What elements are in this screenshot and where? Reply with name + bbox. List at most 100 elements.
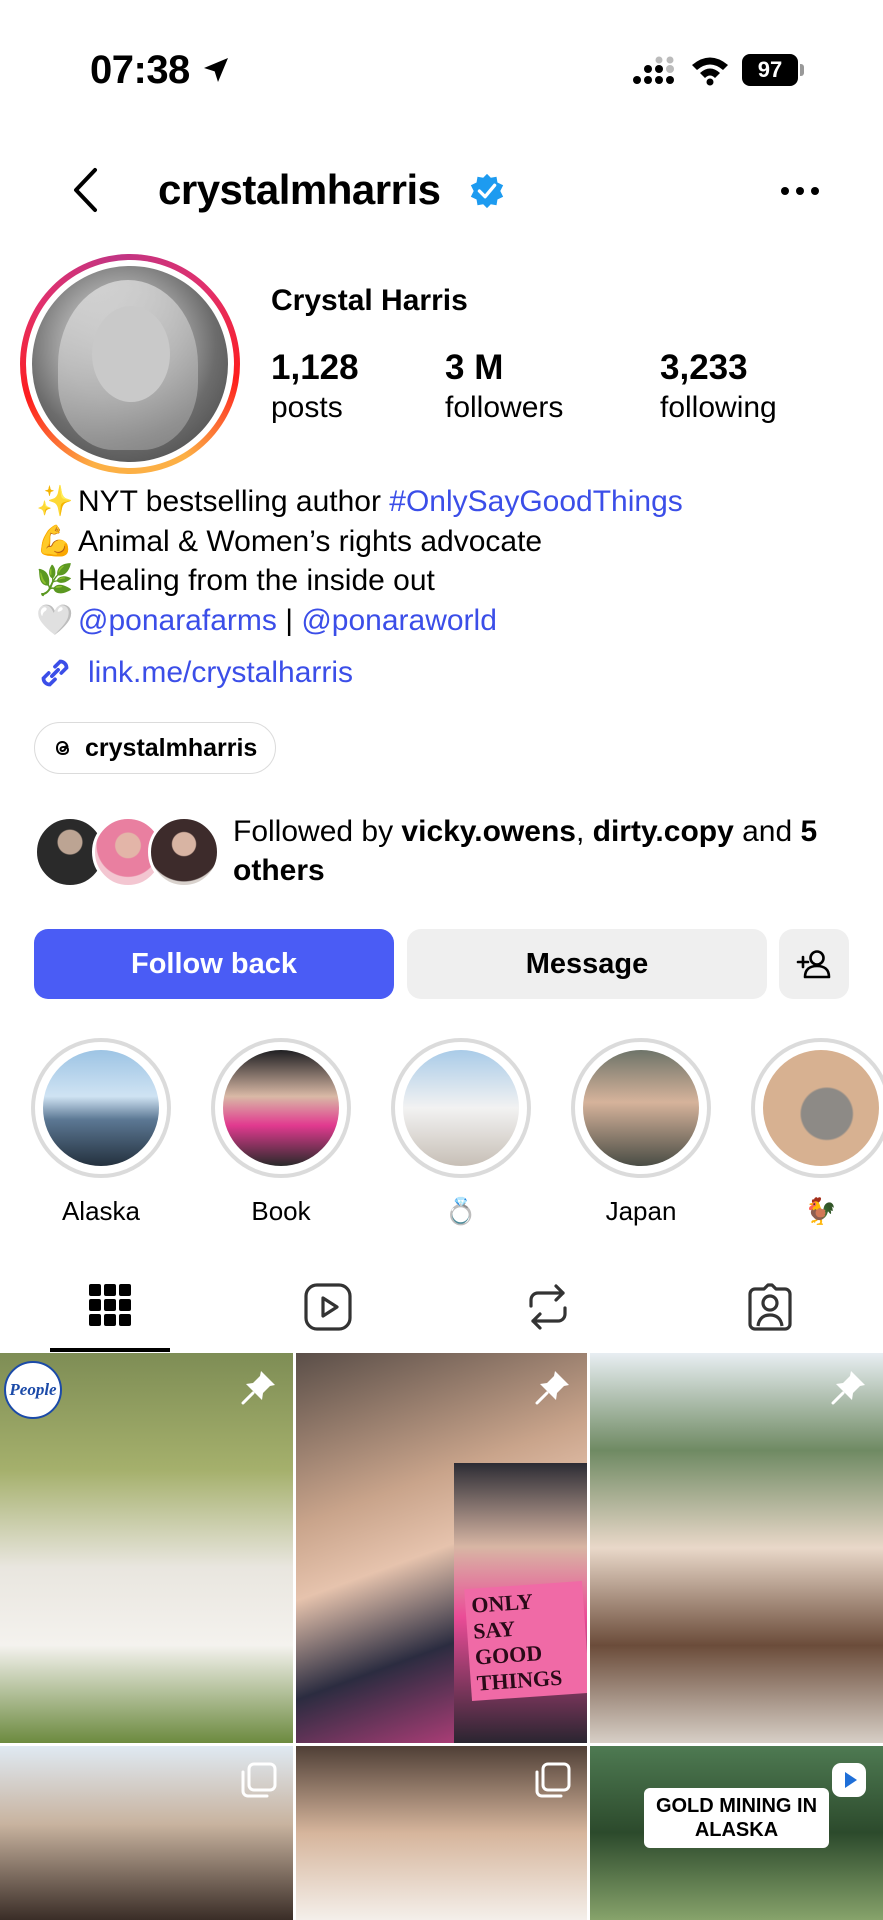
highlight-rooster[interactable]: 🐓 [751, 1038, 883, 1227]
highlight-image [583, 1050, 699, 1166]
carousel-icon [535, 1762, 571, 1798]
stat-label: followers [445, 391, 564, 424]
story-highlights: Alaska Book 💍 Japan 🐓 [0, 1038, 883, 1228]
pin-icon [241, 1371, 275, 1405]
highlight-image [403, 1050, 519, 1166]
bio-text: Animal & Women’s rights advocate [78, 524, 543, 558]
highlight-label: Book [251, 1196, 311, 1226]
herb-emoji: 🌿 [36, 564, 74, 597]
wifi-icon [692, 57, 728, 86]
follower-name: dirty.copy [592, 815, 734, 848]
tab-reposts[interactable] [488, 1262, 608, 1352]
post-thumbnail[interactable]: People [0, 1353, 293, 1743]
stat-posts: 1,128 posts [271, 346, 359, 426]
bio-line: ✨ NYT bestselling author #OnlySayGoodThin… [36, 482, 856, 522]
location-arrow-icon [204, 58, 228, 82]
highlight-image [43, 1050, 159, 1166]
post-thumbnail[interactable]: GOLD MINING IN ALASKA [590, 1746, 883, 1920]
profile-tabs [0, 1262, 883, 1352]
stat-followers[interactable]: 3 M followers [445, 346, 563, 426]
flexed-biceps-emoji: 💪 [36, 524, 74, 558]
post-caption-overlay: GOLD MINING IN ALASKA [644, 1788, 829, 1848]
verified-badge-icon [470, 173, 504, 209]
battery-indicator: 97 [742, 54, 804, 86]
pin-icon [831, 1371, 865, 1405]
stat-value: 1,128 [271, 348, 359, 387]
hashtag-link[interactable]: #OnlySayGoodThings [389, 485, 683, 518]
profile-header: crystalmharris [0, 150, 883, 232]
battery-tip [800, 64, 804, 76]
post-thumbnail[interactable] [296, 1746, 587, 1920]
stat-label: posts [271, 391, 343, 424]
stat-following[interactable]: 3,233 following [660, 346, 777, 426]
link-icon [41, 659, 69, 687]
reels-icon [304, 1283, 352, 1331]
cellular-signal-icon [633, 56, 674, 84]
pin-icon [535, 1371, 569, 1405]
story-ring[interactable] [20, 254, 240, 474]
white-heart-emoji: 🤍 [36, 603, 74, 637]
follow-back-button[interactable]: Follow back [34, 929, 394, 999]
back-button[interactable] [56, 160, 116, 220]
bio-line: 🌿 Healing from the inside out [36, 561, 856, 601]
more-options-button[interactable] [770, 166, 830, 216]
stat-value: 3,233 [660, 348, 748, 387]
stat-label: following [660, 391, 777, 424]
tab-tagged[interactable] [710, 1262, 830, 1352]
repost-icon [529, 1284, 567, 1330]
highlight-book[interactable]: Book [211, 1038, 351, 1227]
battery-level: 97 [742, 54, 798, 86]
highlight-ring [31, 1038, 171, 1178]
add-person-icon [796, 950, 831, 979]
grid-icon [89, 1284, 131, 1326]
book-title: ONLY SAY GOOD THINGS [464, 1581, 587, 1701]
display-name: Crystal Harris [271, 284, 468, 317]
highlight-label: 🐓 [804, 1196, 838, 1226]
highlight-ring [391, 1038, 531, 1178]
highlight-ring [211, 1038, 351, 1178]
threads-handle: crystalmharris [85, 733, 258, 762]
page-title: crystalmharris [158, 166, 441, 213]
tab-posts-grid[interactable] [50, 1262, 170, 1352]
status-time: 07:38 [90, 48, 190, 92]
bio: ✨ NYT bestselling author #OnlySayGoodThin… [36, 482, 856, 640]
stat-value: 3 M [445, 348, 504, 387]
bio-separator: | [276, 603, 302, 637]
highlight-label: Alaska [61, 1196, 141, 1226]
mention-link[interactable]: @ponaraworld [301, 604, 497, 637]
bio-text: NYT bestselling author [78, 485, 390, 518]
tab-reels[interactable] [268, 1262, 388, 1352]
more-horizontal-icon [781, 187, 819, 195]
chevron-left-icon [74, 168, 97, 212]
carousel-icon [241, 1762, 277, 1798]
tagged-person-icon [748, 1283, 792, 1331]
followed-sep: , [575, 815, 593, 848]
followed-by[interactable]: Followed by vicky.owens, dirty.copy and … [34, 812, 864, 892]
threads-badge[interactable]: crystalmharris [34, 722, 277, 774]
highlight-ring [751, 1038, 883, 1178]
avatar-border [26, 260, 234, 468]
posts-grid: People ONLY SAY GOOD THINGS GOLD MINING … [0, 1353, 883, 1920]
highlight-japan[interactable]: Japan [571, 1038, 711, 1227]
follower-name: vicky.owens [401, 815, 576, 848]
bio-text: Healing from the inside out [78, 564, 435, 597]
avatar-face [92, 306, 170, 402]
followed-prefix: Followed by [233, 815, 402, 848]
bio-line: 💪 Animal & Women’s rights advocate [36, 522, 856, 562]
post-thumbnail[interactable] [590, 1353, 883, 1743]
follower-avatar [148, 816, 220, 888]
suggest-users-button[interactable] [779, 929, 849, 999]
threads-icon [55, 740, 70, 756]
highlight-ring-emoji[interactable]: 💍 [391, 1038, 531, 1227]
status-bar: 07:38 97 [0, 0, 883, 140]
highlight-alaska[interactable]: Alaska [31, 1038, 171, 1227]
sparkles-emoji: ✨ [36, 485, 74, 518]
followed-and: and [733, 815, 801, 848]
post-thumbnail[interactable] [0, 1746, 293, 1920]
profile-avatar [32, 266, 228, 462]
highlight-image [763, 1050, 879, 1166]
post-thumbnail[interactable]: ONLY SAY GOOD THINGS [296, 1353, 587, 1743]
message-button[interactable]: Message [407, 929, 767, 999]
profile-link[interactable]: link.me/crystalharris [34, 652, 353, 694]
mention-link[interactable]: @ponarafarms [78, 604, 277, 637]
